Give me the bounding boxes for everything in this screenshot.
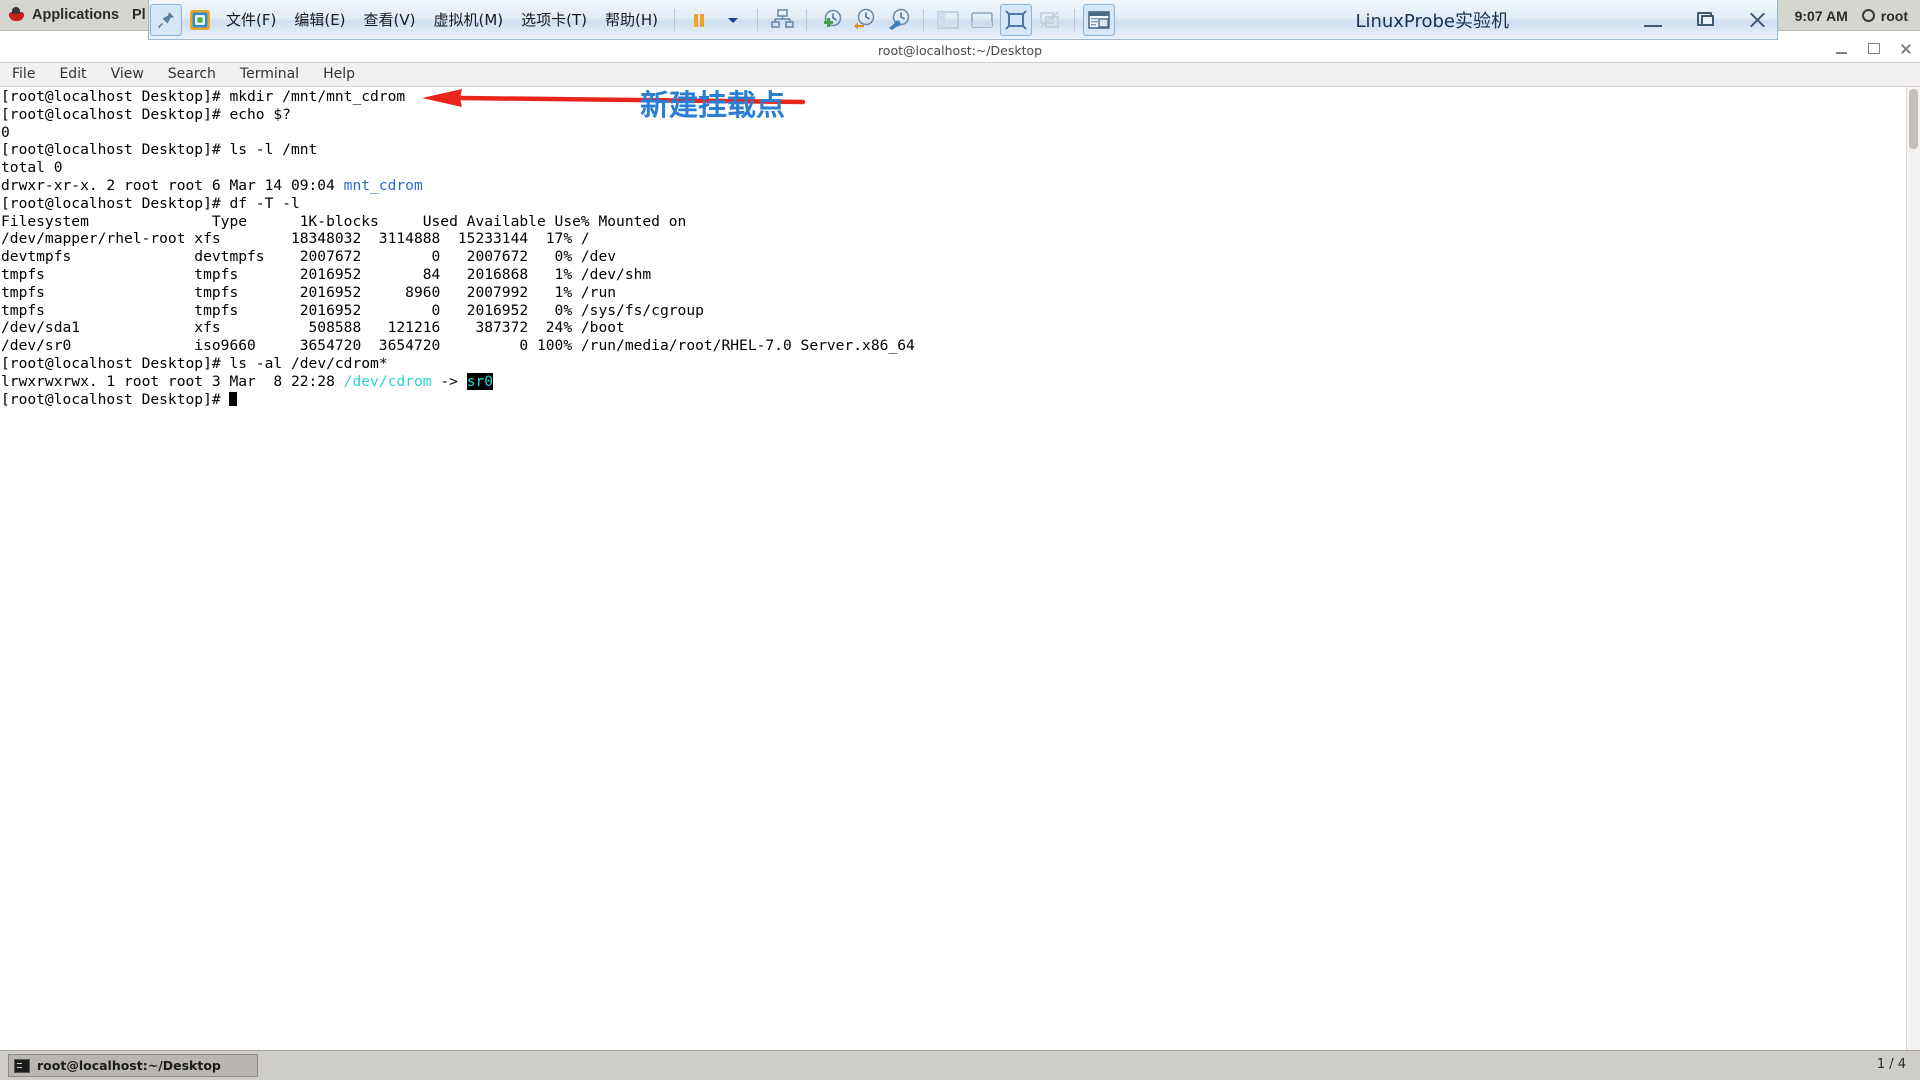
vmware-window-title: LinuxProbe实验机 xyxy=(1355,11,1509,32)
take-snapshot-icon[interactable] xyxy=(815,4,847,36)
terminal-line: total 0 xyxy=(1,159,63,177)
terminal-line: [root@localhost Desktop]# xyxy=(1,391,915,409)
terminal-text: [root@localhost Desktop]# mkdir /mnt/mnt… xyxy=(1,88,915,408)
show-console-icon[interactable] xyxy=(966,4,998,36)
fullscreen-icon[interactable] xyxy=(1000,3,1033,36)
toolbar-separator xyxy=(757,8,759,31)
vmware-window-controls xyxy=(1641,0,1771,40)
annotation-label: 新建挂载点 xyxy=(640,88,786,122)
terminal-scrollbar[interactable] xyxy=(1906,87,1920,1080)
show-sidebar-icon[interactable] xyxy=(932,4,964,36)
terminal-line: drwxr-xr-x. 2 root root 6 Mar 14 09:04 m… xyxy=(1,176,423,194)
toolbar-separator xyxy=(674,8,676,31)
terminal-line: [root@localhost Desktop]# ls -l /mnt xyxy=(1,141,318,159)
terminal-cursor xyxy=(229,391,238,406)
dropdown-caret-icon[interactable] xyxy=(717,4,749,36)
menu-file[interactable]: 文件(F) xyxy=(217,9,285,30)
terminal-line: [root@localhost Desktop]# df -T -l xyxy=(1,194,300,212)
menu-edit[interactable]: 编辑(E) xyxy=(285,9,354,30)
user-menu[interactable]: root xyxy=(1861,7,1908,24)
guest-taskbar: root@localhost:~/Desktop 1 / 4 xyxy=(0,1050,1920,1080)
restore-icon[interactable] xyxy=(1693,9,1719,31)
vmware-toolbar: 文件(F) 编辑(E) 查看(V) 虚拟机(M) 选项卡(T) 帮助(H) Li… xyxy=(148,0,1778,40)
close-icon[interactable] xyxy=(1745,9,1771,31)
menu-view[interactable]: 查看(V) xyxy=(355,9,425,30)
guest-desktop: File Edit View Search Terminal Help [roo… xyxy=(0,63,1920,1080)
terminal-menu-view[interactable]: View xyxy=(99,63,156,86)
terminal-line: tmpfs tmpfs 2016952 8960 2007992 1% /run xyxy=(1,283,617,301)
vmware-menubar: 文件(F) 编辑(E) 查看(V) 虚拟机(M) 选项卡(T) 帮助(H) xyxy=(217,0,667,40)
user-avatar-icon xyxy=(1861,9,1875,22)
menu-vm[interactable]: 虚拟机(M) xyxy=(425,9,513,30)
revert-snapshot-icon[interactable] xyxy=(849,4,881,36)
terminal-line: 0 xyxy=(1,123,10,141)
terminal-line: /dev/sda1 xfs 508588 121216 387372 24% /… xyxy=(1,319,625,337)
pin-icon[interactable] xyxy=(150,3,182,36)
host-clock[interactable]: 9:07 AM xyxy=(1795,8,1848,24)
terminal-menu-search[interactable]: Search xyxy=(156,63,228,86)
terminal-menu-terminal[interactable]: Terminal xyxy=(228,63,311,86)
terminal-menu-edit[interactable]: Edit xyxy=(47,63,98,86)
terminal-line: devtmpfs devtmpfs 2007672 0 2007672 0% /… xyxy=(1,248,617,266)
pause-icon[interactable] xyxy=(683,4,715,36)
unity-mode-icon[interactable] xyxy=(1034,4,1066,36)
scrollbar-thumb[interactable] xyxy=(1909,89,1918,149)
terminal-output-area[interactable]: [root@localhost Desktop]# mkdir /mnt/mnt… xyxy=(0,87,1920,1080)
places-menu[interactable]: Pl xyxy=(126,7,146,23)
user-name-label: root xyxy=(1880,7,1908,24)
terminal-menubar: File Edit View Search Terminal Help xyxy=(0,63,1920,87)
taskbar-window-button[interactable]: root@localhost:~/Desktop xyxy=(8,1054,258,1077)
terminal-line: /dev/mapper/rhel-root xfs 18348032 31148… xyxy=(1,230,590,248)
redhat-icon xyxy=(8,6,25,24)
terminal-line: lrwxrwxrwx. 1 root root 3 Mar 8 22:28 /d… xyxy=(1,372,494,390)
terminal-menu-file[interactable]: File xyxy=(0,63,47,86)
terminal-menu-help[interactable]: Help xyxy=(311,63,367,86)
toolbar-group-left xyxy=(149,0,217,40)
guest-maximize-icon[interactable] xyxy=(1866,42,1882,56)
screen-root: Applications Pl 9:07 AM root 文件(F) 编辑(E)… xyxy=(0,0,1920,1080)
host-top-bar-left: Applications Pl xyxy=(0,6,146,24)
minimize-icon[interactable] xyxy=(1641,9,1667,31)
workspace-indicator[interactable]: 1 / 4 xyxy=(1877,1057,1906,1072)
applications-menu[interactable]: Applications xyxy=(32,7,119,23)
library-icon[interactable] xyxy=(1083,3,1116,36)
snapshot-manager-icon[interactable] xyxy=(766,4,798,36)
toolbar-separator xyxy=(1074,8,1076,31)
terminal-icon xyxy=(14,1058,30,1073)
terminal-line: tmpfs tmpfs 2016952 0 2016952 0% /sys/fs… xyxy=(1,301,704,319)
guest-close-icon[interactable] xyxy=(1898,42,1914,56)
terminal-line: /dev/sr0 iso9660 3654720 3654720 0 100% … xyxy=(1,337,915,355)
guest-window-controls xyxy=(1834,42,1914,56)
guest-minimize-icon[interactable] xyxy=(1834,42,1850,56)
host-top-bar-right: 9:07 AM root xyxy=(1795,0,1920,31)
terminal-line: [root@localhost Desktop]# ls -al /dev/cd… xyxy=(1,354,388,372)
menu-tabs[interactable]: 选项卡(T) xyxy=(512,9,596,30)
toolbar-separator xyxy=(806,8,808,31)
menu-help[interactable]: 帮助(H) xyxy=(596,9,667,30)
taskbar-window-label: root@localhost:~/Desktop xyxy=(37,1058,221,1073)
vmware-logo-icon[interactable] xyxy=(184,4,216,36)
toolbar-separator xyxy=(923,8,925,31)
terminal-line: tmpfs tmpfs 2016952 84 2016868 1% /dev/s… xyxy=(1,265,652,283)
manage-snapshot-icon[interactable] xyxy=(883,4,915,36)
terminal-line: Filesystem Type 1K-blocks Used Available… xyxy=(1,212,687,230)
guest-window-title: root@localhost:~/Desktop xyxy=(877,43,1043,58)
